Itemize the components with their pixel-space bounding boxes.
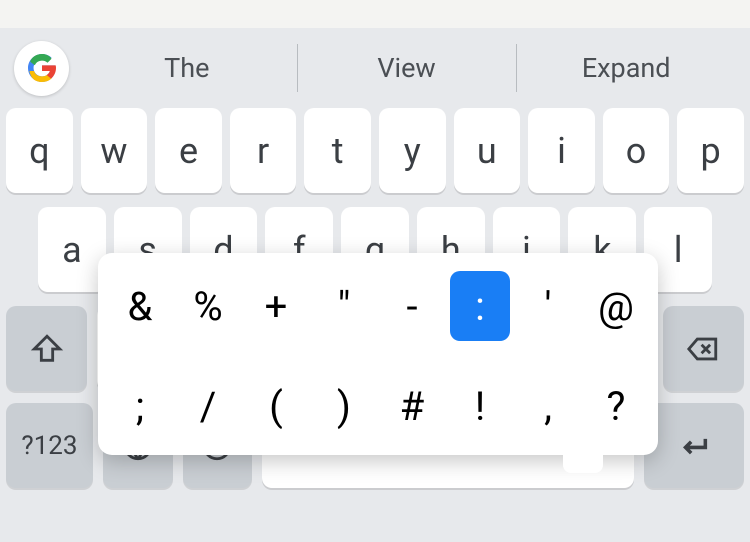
sym-question[interactable]: ? xyxy=(586,371,646,441)
key-e[interactable]: e xyxy=(155,108,222,193)
sym-exclaim[interactable]: ! xyxy=(450,371,510,441)
sym-colon[interactable]: : xyxy=(450,271,510,341)
shift-key[interactable] xyxy=(6,306,87,391)
sym-apostrophe[interactable]: ' xyxy=(518,271,578,341)
sym-ampersand[interactable]: & xyxy=(110,271,170,341)
sym-quote[interactable]: " xyxy=(314,271,374,341)
sym-percent[interactable]: % xyxy=(178,271,238,341)
suggestion-1[interactable]: The xyxy=(77,40,297,96)
symbol-row-1: & % + " - : ' @ xyxy=(106,271,650,341)
key-r[interactable]: r xyxy=(230,108,297,193)
sym-plus[interactable]: + xyxy=(246,271,306,341)
suggestion-bar: The View Expand xyxy=(0,28,750,108)
sym-hash[interactable]: # xyxy=(382,371,442,441)
key-u[interactable]: u xyxy=(454,108,521,193)
sym-rparen[interactable]: ) xyxy=(314,371,374,441)
backspace-key[interactable] xyxy=(663,306,744,391)
google-icon xyxy=(26,52,58,84)
enter-icon xyxy=(677,429,711,463)
app-content-edge xyxy=(0,0,750,28)
key-i[interactable]: i xyxy=(528,108,595,193)
suggestion-strip: The View Expand xyxy=(77,40,736,96)
sym-lparen[interactable]: ( xyxy=(246,371,306,441)
suggestion-3[interactable]: Expand xyxy=(516,40,736,96)
keyboard: The View Expand q w e r t y u i o p a s … xyxy=(0,28,750,542)
suggestion-2[interactable]: View xyxy=(297,40,517,96)
key-q[interactable]: q xyxy=(6,108,73,193)
key-y[interactable]: y xyxy=(379,108,446,193)
sym-semicolon[interactable]: ; xyxy=(110,371,170,441)
sym-comma[interactable]: , xyxy=(518,371,578,441)
key-w[interactable]: w xyxy=(81,108,148,193)
google-logo-button[interactable] xyxy=(14,41,69,96)
backspace-icon xyxy=(686,332,720,366)
row-1: q w e r t y u i o p xyxy=(6,108,744,193)
symbol-popup: & % + " - : ' @ ; / ( ) # ! , ? xyxy=(98,253,658,455)
enter-key[interactable] xyxy=(644,403,744,488)
sym-dash[interactable]: - xyxy=(382,271,442,341)
key-a[interactable]: a xyxy=(38,207,106,292)
key-t[interactable]: t xyxy=(304,108,371,193)
sym-at[interactable]: @ xyxy=(586,271,646,341)
key-p[interactable]: p xyxy=(677,108,744,193)
sym-slash[interactable]: / xyxy=(178,371,238,441)
key-o[interactable]: o xyxy=(603,108,670,193)
numbers-key[interactable]: ?123 xyxy=(6,403,93,488)
symbol-row-2: ; / ( ) # ! , ? xyxy=(106,371,650,441)
shift-icon xyxy=(30,332,64,366)
